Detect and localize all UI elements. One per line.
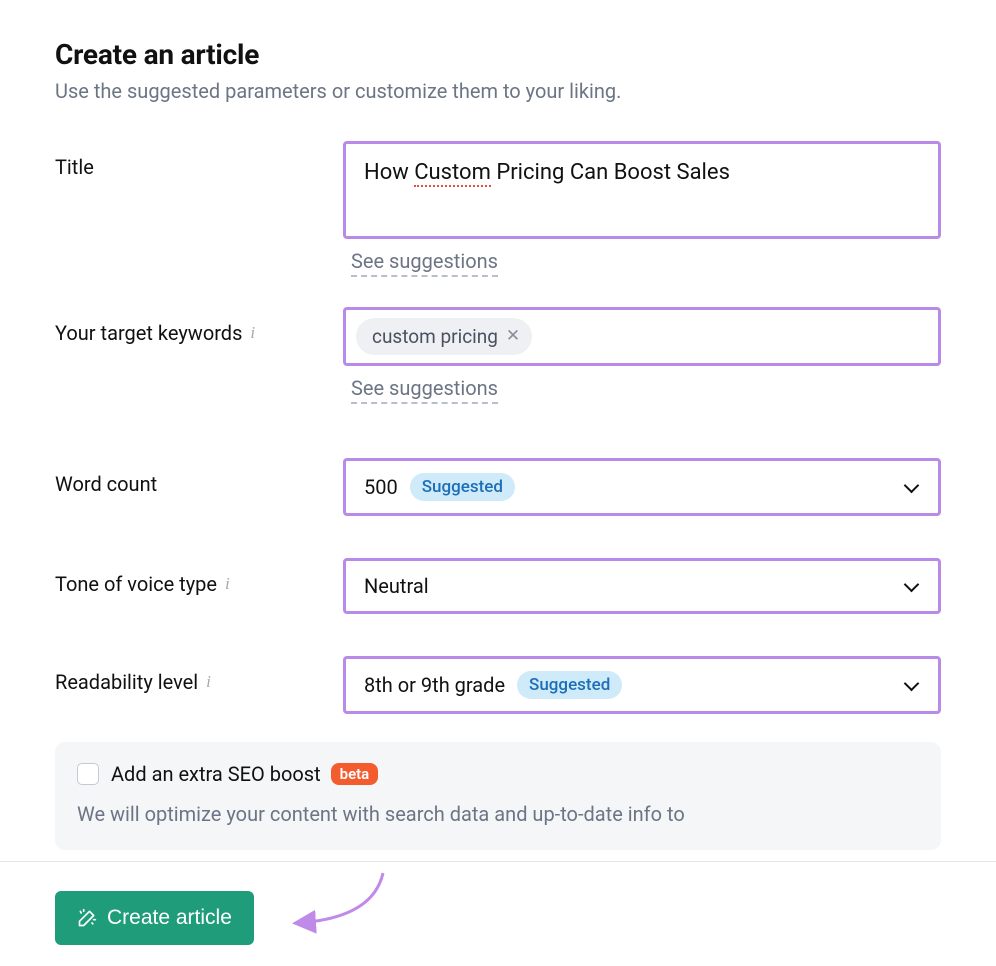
beta-badge: beta [331,763,379,785]
title-input[interactable]: How Custom Pricing Can Boost Sales [343,141,941,239]
footer-divider [0,861,996,862]
create-article-button[interactable]: Create article [55,891,254,945]
title-text-pre: How [364,160,414,185]
annotation-arrow-icon [288,868,398,948]
keywords-label: Your target keywords i [55,307,343,345]
title-label: Title [55,141,343,179]
chevron-down-icon [904,581,920,591]
word-count-label: Word count [55,458,343,496]
suggested-badge: Suggested [410,473,515,501]
remove-chip-icon[interactable]: ✕ [506,328,520,345]
tone-select[interactable]: Neutral [343,558,941,614]
tone-value: Neutral [364,574,429,598]
chevron-down-icon [904,482,920,492]
page-title: Create an article [55,38,941,71]
seo-boost-description: We will optimize your content with searc… [77,800,919,828]
readability-value: 8th or 9th grade [364,673,505,697]
title-text-spellcheck: Custom [414,160,491,187]
info-icon[interactable]: i [250,324,255,341]
seo-boost-panel: Add an extra SEO boost beta We will opti… [55,742,941,850]
readability-label: Readability level i [55,656,343,694]
suggested-badge: Suggested [517,671,622,699]
keyword-chip: custom pricing ✕ [356,318,532,355]
keywords-see-suggestions-link[interactable]: See suggestions [351,376,498,404]
seo-boost-title: Add an extra SEO boost beta [111,762,378,786]
info-icon[interactable]: i [206,673,211,690]
word-count-select[interactable]: 500 Suggested [343,458,941,516]
title-see-suggestions-link[interactable]: See suggestions [351,249,498,277]
info-icon[interactable]: i [225,575,230,592]
chevron-down-icon [904,680,920,690]
keyword-chip-label: custom pricing [372,325,498,348]
magic-wand-icon [77,908,97,928]
page-subtitle: Use the suggested parameters or customiz… [55,79,941,103]
create-article-label: Create article [107,906,232,930]
word-count-value: 500 [364,475,398,499]
keywords-input[interactable]: custom pricing ✕ [343,307,941,366]
readability-select[interactable]: 8th or 9th grade Suggested [343,656,941,714]
title-text-post: Pricing Can Boost Sales [491,160,730,185]
seo-boost-checkbox[interactable] [77,763,99,785]
tone-label: Tone of voice type i [55,558,343,596]
